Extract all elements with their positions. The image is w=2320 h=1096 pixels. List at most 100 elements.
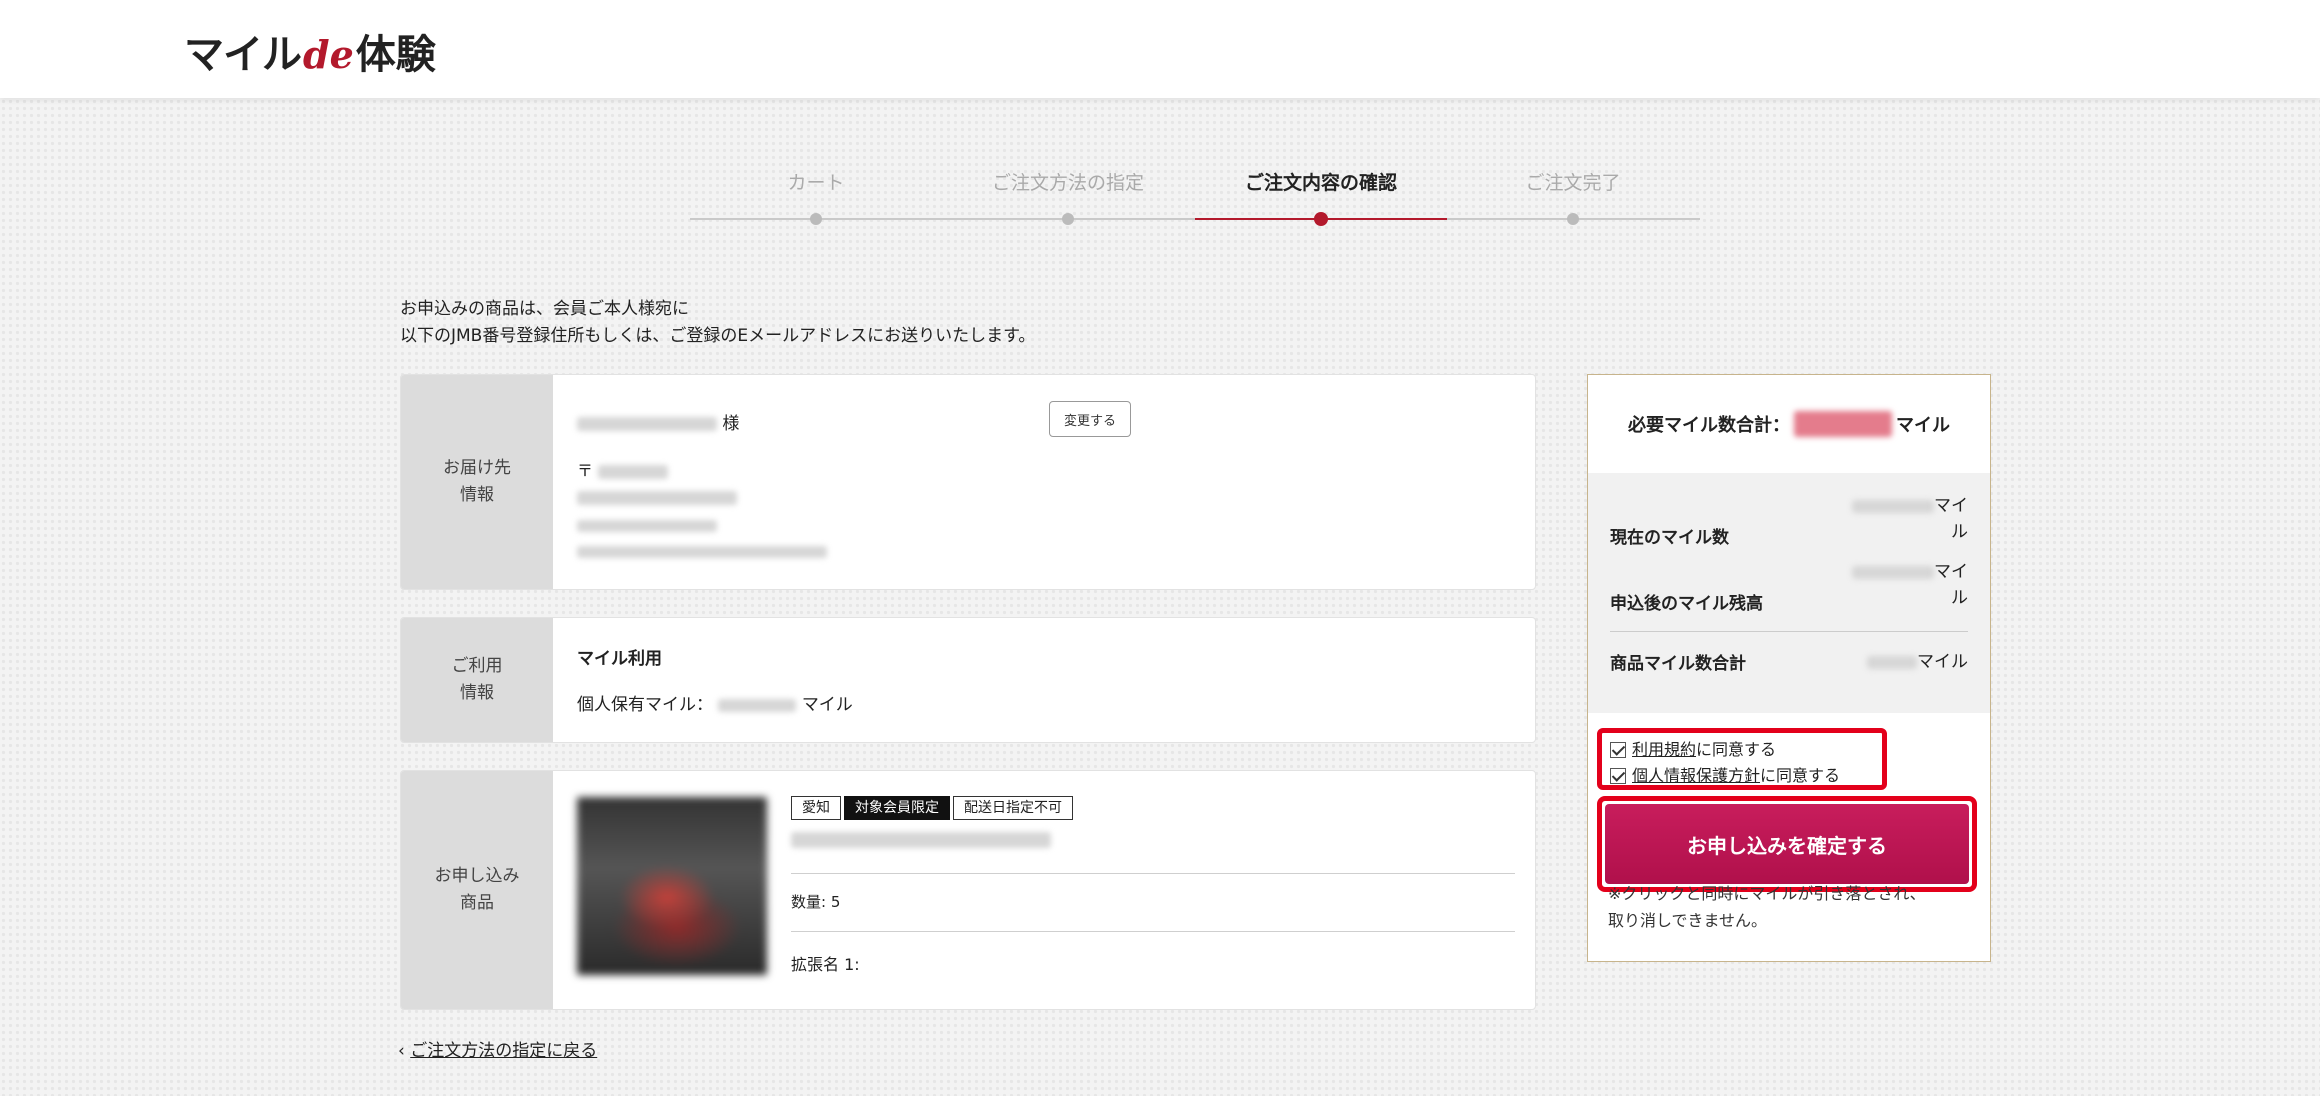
tag-region: 愛知 bbox=[791, 796, 841, 820]
step-order-method: ご注文方法の指定 bbox=[942, 168, 1194, 225]
email-line bbox=[577, 541, 827, 560]
terms-agreement-row[interactable]: 利用規約 に同意する bbox=[1610, 737, 1874, 763]
terms-checkbox[interactable] bbox=[1610, 742, 1626, 758]
product-miles-label: 商品マイル数合計 bbox=[1610, 654, 1746, 674]
delivery-body: 様 変更する 〒 bbox=[553, 375, 1535, 589]
tag-member-limited: 対象会員限定 bbox=[844, 796, 950, 820]
current-miles-label: 現在のマイル数 bbox=[1610, 528, 1729, 548]
personal-miles-unit: マイル bbox=[801, 695, 853, 715]
checkout-stepper: カート ご注文方法の指定 ご注文内容の確認 ご注文完了 bbox=[690, 168, 1700, 228]
step-dot-current bbox=[1314, 212, 1328, 226]
unit: マイ bbox=[1934, 562, 1968, 582]
intro-line-2: 以下のJMB番号登録住所もしくは、ご登録のEメールアドレスにお送りいたします。 bbox=[400, 326, 1036, 346]
privacy-suffix: に同意する bbox=[1760, 766, 1841, 785]
product-quantity: 数量: 5 bbox=[791, 893, 841, 911]
unit: ル bbox=[1951, 522, 1968, 542]
step-label: カート bbox=[787, 172, 845, 194]
step-label: ご注文完了 bbox=[1525, 172, 1621, 194]
confirm-button-highlight: お申し込みを確定する bbox=[1597, 796, 1977, 892]
privacy-checkbox[interactable] bbox=[1610, 768, 1626, 784]
usage-body: マイル利用 個人保有マイル： マイル bbox=[553, 618, 1535, 742]
after-miles-redacted bbox=[1852, 565, 1934, 579]
required-miles-label: 必要マイル数合計： bbox=[1628, 415, 1790, 436]
agreement-checkboxes: 利用規約 に同意する 個人情報保護方針 に同意する bbox=[1597, 728, 1887, 790]
step-cart: カート bbox=[690, 168, 942, 225]
side-label-line: 商品 bbox=[460, 893, 494, 913]
site-logo[interactable]: マイル de 体験 bbox=[184, 22, 436, 78]
recipient-name: 様 bbox=[577, 409, 739, 434]
product-name bbox=[791, 829, 1051, 848]
back-to-order-method-link[interactable]: ‹ ご注文方法の指定に戻る bbox=[398, 1036, 597, 1061]
recipient-name-redacted bbox=[577, 417, 717, 431]
address-redacted bbox=[577, 490, 737, 505]
required-miles-redacted bbox=[1794, 411, 1892, 437]
personal-miles-label: 個人保有マイル： bbox=[577, 695, 713, 715]
confirm-note: ※クリックと同時にマイルが引き落とされ、 取り消しできません。 bbox=[1608, 880, 1968, 934]
step-dot bbox=[1567, 213, 1579, 225]
product-body: 愛知 対象会員限定 配送日指定不可 数量: 5 拡張名 1: bbox=[553, 771, 1535, 1009]
step-label: ご注文内容の確認 bbox=[1244, 172, 1397, 194]
step-label: ご注文方法の指定 bbox=[991, 172, 1144, 194]
personal-miles: 個人保有マイル： マイル bbox=[577, 690, 853, 715]
required-miles-total: 必要マイル数合計： マイル bbox=[1588, 375, 1990, 473]
logo-text-de: de bbox=[303, 32, 354, 77]
confirm-order-button[interactable]: お申し込みを確定する bbox=[1605, 804, 1969, 884]
side-label-line: お届け先 bbox=[443, 458, 511, 478]
after-miles-row: 申込後のマイル残高 マイ ル bbox=[1610, 559, 1968, 615]
product-tags: 愛知 対象会員限定 配送日指定不可 bbox=[791, 796, 1076, 820]
usage-info-panel: ご利用 情報 マイル利用 個人保有マイル： マイル bbox=[400, 617, 1536, 743]
postal-code-redacted bbox=[598, 464, 669, 479]
product-info-panel: お申し込み 商品 愛知 対象会員限定 配送日指定不可 数量: 5 拡張名 1: bbox=[400, 770, 1536, 1010]
chevron-left-icon: ‹ bbox=[398, 1041, 405, 1061]
note-line: ※クリックと同時にマイルが引き落とされ、 bbox=[1608, 884, 1926, 903]
email-redacted bbox=[577, 545, 827, 558]
miles-breakdown: 現在のマイル数 マイ ル 申込後のマイル残高 マイ ル 商品マイル数合計 マイル bbox=[1588, 473, 1990, 713]
side-label-line: ご利用 bbox=[451, 656, 503, 676]
current-miles-value: マイ ル bbox=[1848, 493, 1968, 549]
product-side-label: お申し込み 商品 bbox=[401, 771, 553, 1009]
product-miles-value: マイル bbox=[1867, 649, 1968, 675]
divider bbox=[791, 873, 1515, 874]
current-miles-redacted bbox=[1852, 499, 1934, 513]
unit: マイル bbox=[1917, 652, 1968, 672]
privacy-policy-link[interactable]: 個人情報保護方針 bbox=[1632, 763, 1760, 789]
postal-code: 〒 bbox=[577, 457, 669, 481]
intro-line-1: お申込みの商品は、会員ご本人様宛に bbox=[400, 299, 689, 319]
side-label-line: お申し込み bbox=[434, 866, 520, 886]
product-extension: 拡張名 1: bbox=[791, 955, 860, 974]
delivery-info-panel: お届け先 情報 様 変更する 〒 bbox=[400, 374, 1536, 590]
terms-suffix: に同意する bbox=[1696, 740, 1777, 759]
address-line bbox=[577, 487, 737, 506]
step-dot bbox=[1062, 213, 1074, 225]
note-line: 取り消しできません。 bbox=[1608, 911, 1768, 930]
name-suffix: 様 bbox=[722, 414, 740, 434]
delivery-side-label: お届け先 情報 bbox=[401, 375, 553, 589]
unit: マイ bbox=[1934, 496, 1968, 516]
product-image bbox=[577, 797, 767, 975]
back-link-label: ご注文方法の指定に戻る bbox=[410, 1041, 598, 1061]
phone-redacted bbox=[577, 519, 717, 532]
step-dot bbox=[810, 213, 822, 225]
after-miles-label: 申込後のマイル残高 bbox=[1610, 594, 1763, 614]
step-order-complete: ご注文完了 bbox=[1447, 168, 1699, 225]
step-order-confirm: ご注文内容の確認 bbox=[1195, 168, 1447, 226]
terms-link[interactable]: 利用規約 bbox=[1632, 737, 1696, 763]
privacy-agreement-row[interactable]: 個人情報保護方針 に同意する bbox=[1610, 763, 1874, 789]
logo-text-mile: マイル bbox=[184, 32, 302, 78]
product-miles-redacted bbox=[1867, 655, 1917, 669]
change-address-button[interactable]: 変更する bbox=[1049, 401, 1131, 437]
intro-text: お申込みの商品は、会員ご本人様宛に 以下のJMB番号登録住所もしくは、ご登録のE… bbox=[400, 296, 1035, 350]
phone-line bbox=[577, 515, 717, 534]
postal-mark: 〒 bbox=[577, 461, 594, 480]
product-miles-row: 商品マイル数合計 マイル bbox=[1610, 649, 1968, 675]
divider bbox=[791, 931, 1515, 932]
site-header: マイル de 体験 bbox=[0, 0, 2320, 98]
usage-side-label: ご利用 情報 bbox=[401, 618, 553, 742]
tag-no-delivery-date: 配送日指定不可 bbox=[953, 796, 1073, 820]
required-miles-unit: マイル bbox=[1896, 415, 1950, 436]
usage-title: マイル利用 bbox=[577, 649, 662, 669]
product-name-redacted bbox=[791, 831, 1051, 848]
personal-miles-redacted bbox=[718, 698, 797, 712]
current-miles-row: 現在のマイル数 マイ ル bbox=[1610, 493, 1968, 549]
unit: ル bbox=[1951, 588, 1968, 608]
